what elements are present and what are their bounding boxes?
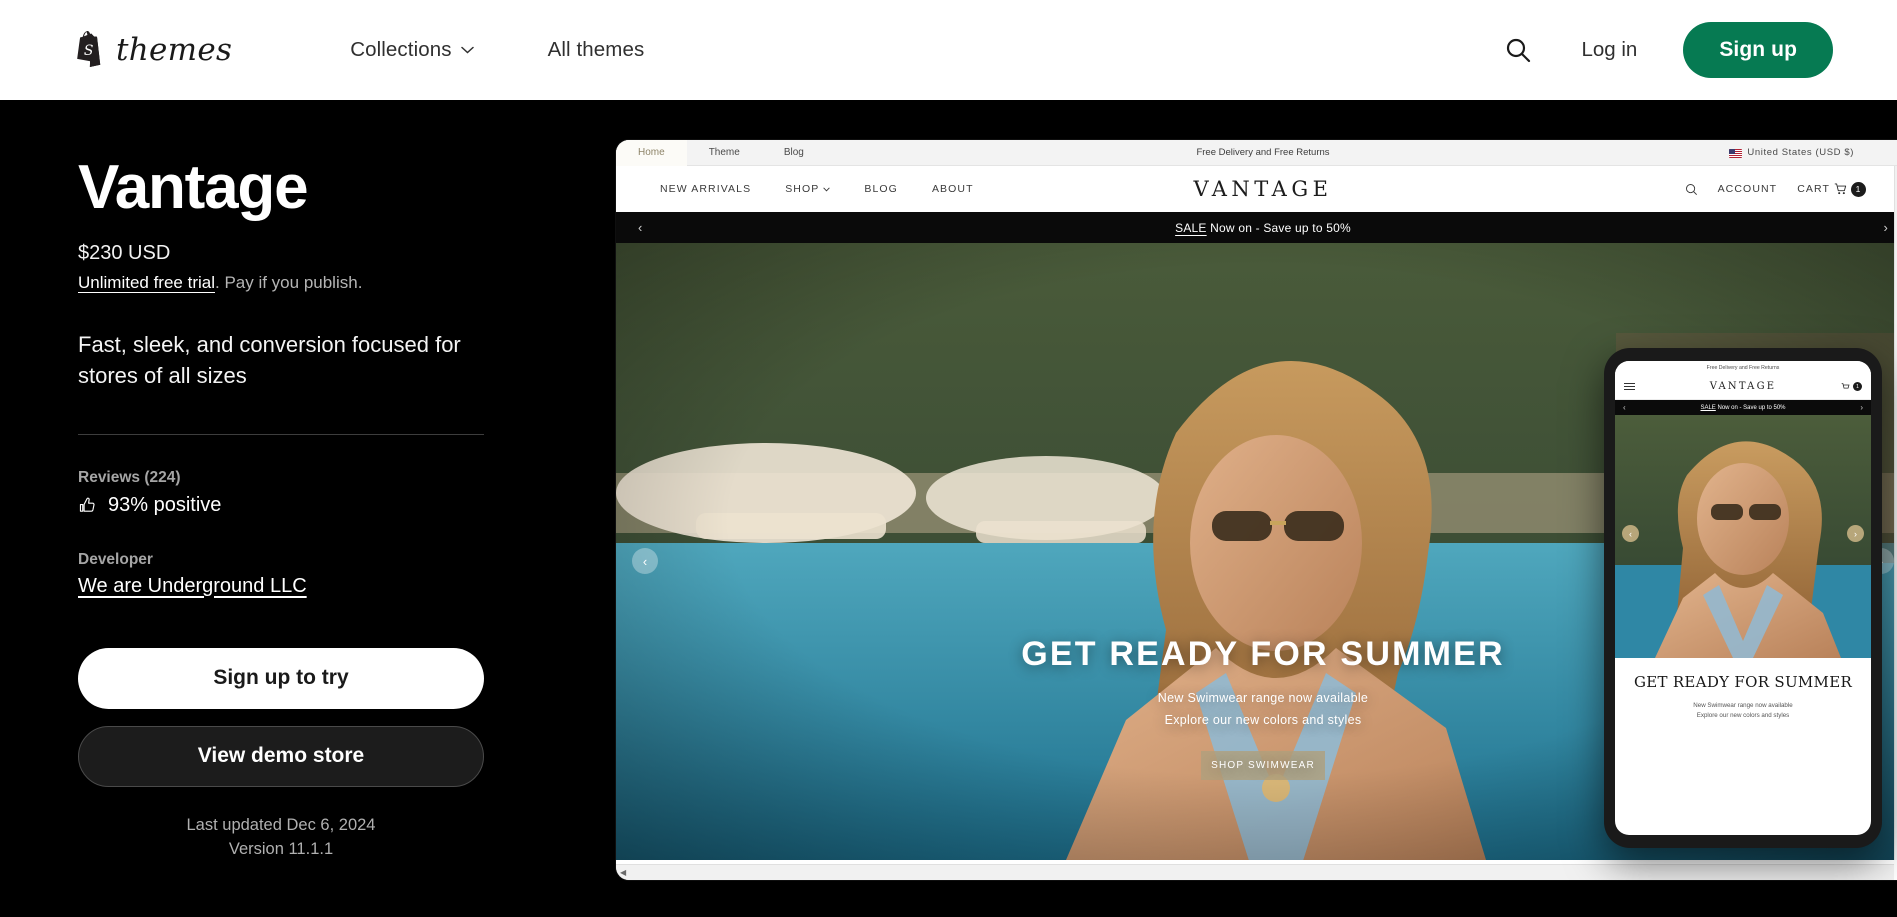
hero-cta-button[interactable]: SHOP SWIMWEAR [1201, 750, 1325, 780]
mobile-sale-text: SALE Now on - Save up to 50% [1700, 405, 1785, 411]
country-selector-label: United States (USD $) [1747, 147, 1854, 158]
sale-rest: Now on - Save up to 50% [1206, 220, 1351, 235]
store-cart-link[interactable]: CART 1 [1797, 181, 1866, 197]
version-text: Version 11.1.1 [228, 840, 334, 859]
mobile-announcement-text: Free Delivery and Free Returns [1615, 361, 1871, 374]
thumbs-up-icon [79, 497, 95, 512]
theme-price: $230 USD [78, 242, 171, 265]
header-actions: Log in Sign up [1501, 22, 1833, 78]
mobile-hero-subtitle-line2: Explore our new colors and styles [1696, 712, 1790, 720]
chevron-down-icon [460, 46, 474, 54]
developer-link[interactable]: We are Underground LLC [78, 575, 307, 598]
mobile-sale-prev-arrow[interactable]: ‹ [1623, 403, 1626, 412]
search-icon[interactable] [1685, 183, 1698, 196]
signup-button[interactable]: Sign up [1683, 22, 1833, 78]
theme-meta-footer: Last updated Dec 6, 2024 Version 11.1.1 [78, 813, 484, 863]
store-nav-actions: ACCOUNT CART 1 [1685, 181, 1866, 197]
us-flag-icon [1729, 148, 1743, 158]
store-nav-new-arrivals-label: NEW ARRIVALS [660, 183, 752, 195]
store-nav-shop[interactable]: SHOP [785, 183, 831, 195]
store-nav: NEW ARRIVALS SHOP BLOG ABOUT VANTAGE ACC… [616, 166, 1897, 212]
section-divider [78, 433, 484, 435]
sale-text: SALE Now on - Save up to 50% [1175, 221, 1351, 235]
store-nav-blog-label: BLOG [864, 183, 898, 195]
view-demo-store-button[interactable]: View demo store [78, 725, 484, 787]
svg-text:S: S [84, 43, 94, 59]
store-nav-shop-label: SHOP [785, 183, 820, 195]
preview-tabbar: Home Theme Blog Free Delivery and Free R… [616, 140, 1897, 166]
mobile-hero-title: GET READY FOR SUMMER [1633, 673, 1853, 691]
nav-item-all-themes-label: All themes [547, 38, 645, 61]
store-account-link[interactable]: ACCOUNT [1718, 183, 1778, 195]
chevron-down-icon [823, 186, 831, 191]
mobile-store-logo: VANTAGE [1709, 381, 1777, 392]
free-trial-link[interactable]: Unlimited free trial [78, 273, 215, 292]
cart-icon [1834, 183, 1847, 195]
mobile-hero-prev-arrow[interactable]: ‹ [1622, 525, 1639, 542]
mobile-store-nav: VANTAGE 1 [1615, 374, 1871, 400]
search-icon[interactable] [1501, 33, 1535, 67]
mobile-sale-next-arrow[interactable]: › [1860, 403, 1863, 412]
developer-label: Developer [78, 550, 153, 568]
country-selector[interactable]: United States (USD $) [1729, 140, 1854, 166]
theme-details-panel: Vantage $230 USD Unlimited free trial. P… [0, 100, 525, 917]
sale-prefix: SALE [1175, 220, 1207, 235]
sale-next-arrow[interactable]: › [1883, 220, 1888, 235]
scroll-left-icon[interactable]: ◀ [616, 868, 630, 877]
hero-prev-arrow[interactable]: ‹ [632, 548, 658, 574]
trial-info-rest: . Pay if you publish. [215, 273, 363, 293]
mobile-preview-screen: Free Delivery and Free Returns VANTAGE 1… [1615, 361, 1871, 835]
store-nav-about-label: ABOUT [931, 183, 974, 195]
signup-to-try-button[interactable]: Sign up to try [78, 647, 484, 709]
reviews-value: 93% positive [108, 493, 222, 516]
store-cart-label: CART [1797, 183, 1830, 195]
mobile-hero-subtitle: New Swimwear range now available Explore… [1629, 701, 1857, 722]
mobile-hero-subtitle-line1: New Swimwear range now available [1693, 701, 1793, 709]
reviews-rating: 93% positive [78, 494, 525, 517]
nav-item-collections[interactable]: Collections [350, 38, 474, 62]
nav-item-all-themes[interactable]: All themes [548, 38, 645, 62]
store-nav-blog[interactable]: BLOG [864, 183, 898, 195]
preview-tab-blog[interactable]: Blog [762, 140, 826, 166]
mobile-sale-bar: ‹ SALE Now on - Save up to 50% › [1615, 400, 1871, 415]
nav-item-collections-label: Collections [350, 38, 452, 61]
mobile-hero-next-arrow[interactable]: › [1847, 525, 1864, 542]
shopify-themes-logo[interactable]: S themes [72, 31, 232, 69]
page-title: Vantage [78, 153, 309, 222]
sale-prev-arrow[interactable]: ‹ [638, 220, 643, 235]
mobile-hero: ‹ › [1615, 415, 1871, 658]
site-header: S themes Collections All themes Log in S… [0, 0, 1897, 100]
reviews-label: Reviews (224) [78, 468, 181, 486]
shopify-bag-icon: S [77, 31, 101, 67]
login-link[interactable]: Log in [1581, 38, 1637, 62]
theme-preview-area: Home Theme Blog Free Delivery and Free R… [525, 100, 1897, 917]
logo-wordmark: themes [116, 31, 233, 68]
mobile-hero-background-image [1615, 415, 1871, 658]
mobile-hero-copy: GET READY FOR SUMMER New Swimwear range … [1615, 658, 1871, 722]
search-glyph [1507, 38, 1531, 63]
sale-announcement-bar: ‹ SALE Now on - Save up to 50% › [616, 212, 1897, 243]
preview-horizontal-scrollbar[interactable]: ◀ [616, 864, 1894, 880]
preview-tab-home[interactable]: Home [616, 140, 687, 166]
mobile-sale-rest: Now on - Save up to 50% [1715, 404, 1786, 411]
preview-tab-theme[interactable]: Theme [687, 140, 762, 166]
last-updated-text: Last updated Dec 6, 2024 [186, 815, 376, 834]
cart-count-badge: 1 [1851, 181, 1866, 197]
page-body: Vantage $230 USD Unlimited free trial. P… [0, 100, 1897, 917]
store-nav-new-arrivals[interactable]: NEW ARRIVALS [660, 183, 751, 195]
mobile-sale-prefix: SALE [1700, 404, 1716, 411]
store-nav-links: NEW ARRIVALS SHOP BLOG ABOUT [660, 183, 974, 195]
primary-nav: Collections All themes [350, 38, 644, 62]
mobile-preview-frame[interactable]: Free Delivery and Free Returns VANTAGE 1… [1604, 348, 1882, 848]
trial-info: Unlimited free trial. Pay if you publish… [78, 273, 525, 293]
store-nav-about[interactable]: ABOUT [932, 183, 974, 195]
theme-tagline: Fast, sleek, and conversion focused for … [78, 332, 461, 389]
